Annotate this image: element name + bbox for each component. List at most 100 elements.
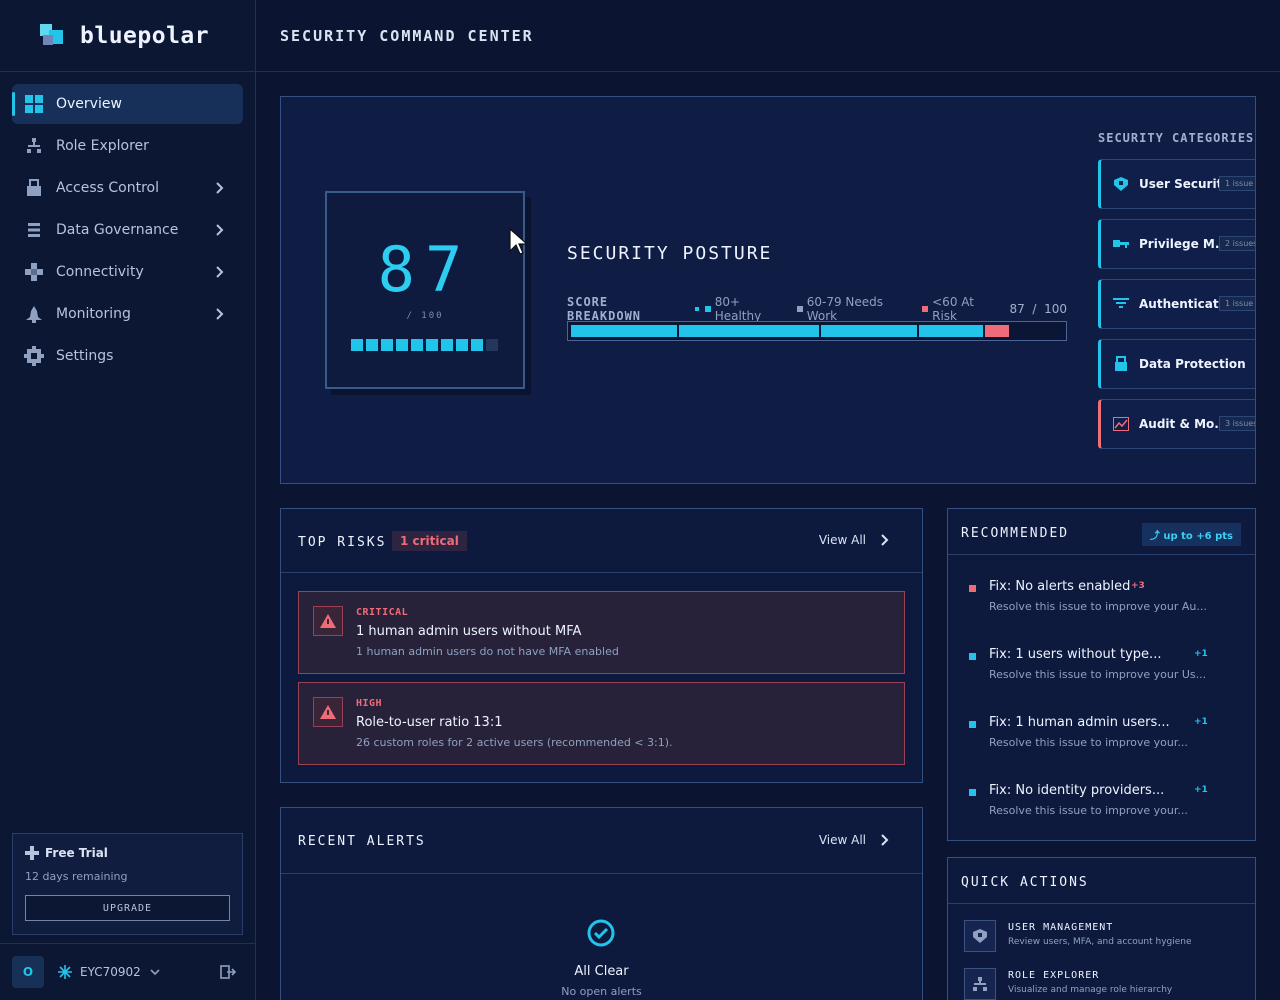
lock-icon bbox=[1113, 356, 1129, 372]
chevron-right-icon bbox=[216, 182, 224, 194]
org-switcher[interactable]: EYC70902 bbox=[58, 965, 161, 979]
recommendation-points: +1 bbox=[1194, 717, 1208, 727]
severity-dot bbox=[969, 653, 976, 660]
upgrade-button[interactable]: UPGRADE bbox=[25, 895, 230, 921]
sidebar-item-label: Access Control bbox=[56, 180, 159, 196]
category-data-protection[interactable]: Data Protection bbox=[1098, 339, 1255, 389]
score-meter-block bbox=[486, 339, 498, 351]
top-bar: SECURITY COMMAND CENTER bbox=[256, 0, 1280, 72]
sidebar-item-data-governance[interactable]: Data Governance bbox=[12, 210, 243, 250]
chevron-down-icon bbox=[150, 969, 160, 976]
score-breakdown-bar bbox=[567, 321, 1067, 341]
sidebar-item-overview[interactable]: Overview bbox=[12, 84, 243, 124]
recommendation-title: Fix: No alerts enabled bbox=[989, 579, 1131, 594]
recommendation-title: Fix: 1 human admin users... bbox=[989, 715, 1170, 730]
risk-title: Role-to-user ratio 13:1 bbox=[356, 715, 503, 730]
sidebar-item-label: Monitoring bbox=[56, 306, 131, 322]
posture-title: SECURITY POSTURE bbox=[567, 243, 773, 264]
sidebar-item-label: Role Explorer bbox=[56, 138, 149, 154]
panel-title: RECOMMENDED bbox=[961, 526, 1070, 541]
sidebar-item-label: Data Governance bbox=[56, 222, 179, 238]
check-circle-icon bbox=[587, 919, 615, 947]
risk-severity: HIGH bbox=[356, 698, 383, 709]
categories-heading: SECURITY CATEGORIES bbox=[1098, 131, 1255, 145]
sidebar-item-label: Connectivity bbox=[56, 264, 144, 280]
category-user-security[interactable]: User Security 1 issue bbox=[1098, 159, 1255, 209]
avatar[interactable]: O bbox=[12, 956, 44, 988]
chart-icon bbox=[1113, 416, 1129, 432]
score-meter bbox=[351, 339, 501, 351]
warning-icon bbox=[313, 697, 343, 727]
risk-item[interactable]: HIGH Role-to-user ratio 13:1 26 custom r… bbox=[298, 682, 905, 765]
page-title: SECURITY COMMAND CENTER bbox=[280, 26, 534, 45]
free-trial-card: Free Trial 12 days remaining UPGRADE bbox=[12, 833, 243, 935]
quick-action-user-management[interactable]: USER MANAGEMENT Review users, MFA, and a… bbox=[964, 920, 1254, 956]
points-badge: ⤴ up to +6 pts bbox=[1141, 523, 1241, 546]
plug-icon bbox=[24, 262, 44, 282]
issue-badge: 2 issues bbox=[1219, 236, 1255, 251]
sidebar: bluepolar Overview Role Explorer Access … bbox=[0, 0, 256, 1000]
security-posture-panel: 87 / 100 SECURITY POSTURE SCORE BREAKDOW… bbox=[280, 96, 1256, 484]
quick-action-description: Review users, MFA, and account hygiene bbox=[1008, 937, 1192, 947]
score-meter-block bbox=[381, 339, 393, 351]
panel-title: QUICK ACTIONS bbox=[961, 875, 1089, 890]
top-risks-panel: TOP RISKS 1 critical View All CRITICAL 1… bbox=[280, 508, 923, 783]
wifi-icon bbox=[1113, 296, 1129, 312]
logout-icon[interactable] bbox=[220, 964, 236, 980]
score-meter-block bbox=[411, 339, 423, 351]
view-all-risks-button[interactable]: View All bbox=[819, 533, 892, 547]
sidebar-item-monitoring[interactable]: Monitoring bbox=[12, 294, 243, 334]
category-authentication[interactable]: Authenticati... 1 issue bbox=[1098, 279, 1255, 329]
view-all-alerts-button[interactable]: View All bbox=[819, 833, 892, 847]
snowflake-icon bbox=[58, 965, 72, 979]
quick-actions-panel: QUICK ACTIONS USER MANAGEMENT Review use… bbox=[947, 857, 1256, 1000]
sparkle-icon bbox=[25, 846, 39, 860]
sidebar-item-settings[interactable]: Settings bbox=[12, 336, 243, 376]
issue-badge: 3 issues bbox=[1219, 416, 1255, 431]
chevron-right-icon bbox=[881, 534, 889, 546]
sidebar-item-connectivity[interactable]: Connectivity bbox=[12, 252, 243, 292]
recent-alerts-panel: RECENT ALERTS View All All Clear No open… bbox=[280, 807, 923, 1000]
brand-name: bluepolar bbox=[80, 22, 210, 49]
score-meter-block bbox=[396, 339, 408, 351]
issue-badge: 1 issue bbox=[1219, 296, 1255, 311]
brand[interactable]: bluepolar bbox=[0, 0, 255, 72]
lock-icon bbox=[24, 178, 44, 198]
score-meter-block bbox=[441, 339, 453, 351]
sidebar-item-label: Overview bbox=[56, 96, 122, 112]
severity-dot bbox=[969, 721, 976, 728]
critical-count-badge: 1 critical bbox=[392, 531, 467, 551]
recommendation-points: +1 bbox=[1194, 785, 1208, 795]
legend-needs-work: 60-79 Needs Work bbox=[797, 295, 912, 323]
quick-action-title: USER MANAGEMENT bbox=[1008, 922, 1114, 933]
quick-action-role-explorer[interactable]: ROLE EXPLORER Visualize and manage role … bbox=[964, 968, 1254, 1000]
risk-description: 26 custom roles for 2 active users (reco… bbox=[356, 736, 673, 749]
score-meter-block bbox=[351, 339, 363, 351]
recommendation-description: Resolve this issue to improve your Us... bbox=[989, 668, 1207, 681]
sidebar-item-access-control[interactable]: Access Control bbox=[12, 168, 243, 208]
quick-action-title: ROLE EXPLORER bbox=[1008, 970, 1100, 981]
risk-description: 1 human admin users do not have MFA enab… bbox=[356, 645, 619, 658]
breakdown-label: SCORE BREAKDOWN bbox=[567, 295, 642, 323]
score-value: 87 bbox=[377, 233, 473, 306]
grid-icon bbox=[24, 94, 44, 114]
sidebar-item-role-explorer[interactable]: Role Explorer bbox=[12, 126, 243, 166]
category-privilege-management[interactable]: Privilege M... 2 issues bbox=[1098, 219, 1255, 269]
gear-icon bbox=[24, 346, 44, 366]
risk-item[interactable]: CRITICAL 1 human admin users without MFA… bbox=[298, 591, 905, 674]
no-alerts-text: No open alerts bbox=[561, 985, 642, 998]
legend-at-risk: <60 At Risk bbox=[922, 295, 999, 323]
breakdown-score: 87 / 100 bbox=[1009, 302, 1067, 316]
org-name: EYC70902 bbox=[80, 965, 141, 979]
legend-healthy: 80+ Healthy bbox=[704, 295, 787, 323]
score-breakdown: SCORE BREAKDOWN 80+ Healthy 60-79 Needs … bbox=[567, 295, 1067, 323]
recommendation-points: +1 bbox=[1194, 649, 1208, 659]
recommendation-description: Resolve this issue to improve your... bbox=[989, 804, 1188, 817]
category-audit-monitoring[interactable]: Audit & Mo... 3 issues bbox=[1098, 399, 1255, 449]
recommendation-title: Fix: No identity providers... bbox=[989, 783, 1165, 798]
severity-dot bbox=[969, 789, 976, 796]
score-max: / 100 bbox=[406, 311, 444, 321]
risk-title: 1 human admin users without MFA bbox=[356, 624, 582, 639]
panel-title: RECENT ALERTS bbox=[298, 834, 426, 849]
trial-title: Free Trial bbox=[45, 846, 108, 860]
